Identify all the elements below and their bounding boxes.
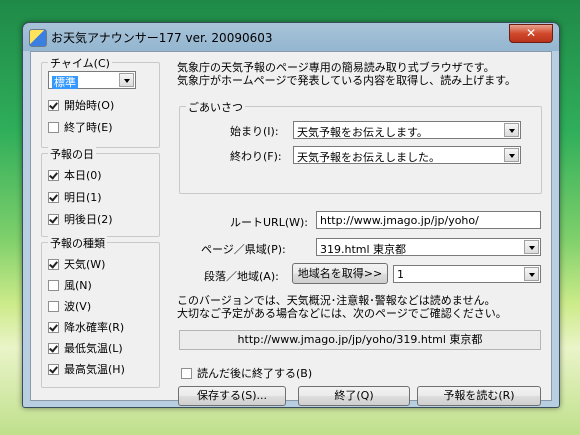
type-wave-checkbox[interactable]: 波(V): [48, 298, 91, 314]
app-window: お天気アナウンサー177 ver. 20090603 ✕ チャイム(C) 標準 …: [22, 22, 560, 408]
full-url-display[interactable]: http://www.jmago.jp/jp/yoho/319.html 東京都: [179, 330, 541, 350]
close-button[interactable]: ✕: [509, 24, 553, 43]
section-select[interactable]: 1: [393, 265, 541, 283]
checkbox-box[interactable]: [48, 213, 59, 225]
type-min-temp-checkbox[interactable]: 最低気温(L): [48, 340, 123, 356]
greeting-group: ごあいさつ 始まり(I): 天気予報をお伝えします。 終わり(F): 天気予報を…: [179, 99, 542, 194]
chime-start-checkbox[interactable]: 開始時(O): [48, 97, 114, 113]
day-today-label: 本日(0): [64, 169, 102, 182]
notice-line-2: 大切なご予定がある場合などには、次のページでご確認ください。: [177, 307, 507, 320]
checkbox-box[interactable]: [181, 367, 192, 379]
chime-legend: チャイム(C): [48, 55, 112, 71]
title-bar[interactable]: お天気アナウンサー177 ver. 20090603 ✕: [23, 23, 559, 51]
root-url-input[interactable]: http://www.jmago.jp/jp/yoho/: [316, 211, 541, 229]
checkbox-box[interactable]: [48, 321, 59, 333]
chime-start-label: 開始時(O): [64, 99, 115, 112]
greeting-start-value: 天気予報をお伝えします。: [297, 126, 428, 139]
read-forecast-button[interactable]: 予報を読む(R): [417, 386, 541, 406]
type-rain-chance-label: 降水確率(R): [64, 321, 125, 334]
chime-select[interactable]: 標準: [48, 71, 136, 89]
page-select[interactable]: 319.html 東京都: [316, 238, 541, 256]
checkbox-box[interactable]: [48, 300, 59, 312]
day-tomorrow-label: 明日(1): [64, 191, 102, 204]
checkbox-box[interactable]: [48, 169, 59, 181]
section-label: 段落／地域(A):: [204, 270, 279, 283]
greeting-end-value: 天気予報をお伝えしました。: [297, 151, 440, 164]
exit-after-checkbox[interactable]: 読んだ後に終了する(B): [181, 365, 312, 381]
type-max-temp-label: 最高気温(H): [64, 363, 125, 376]
type-weather-label: 天気(W): [64, 258, 106, 271]
chevron-down-icon[interactable]: [524, 240, 539, 254]
day-after-tomorrow-checkbox[interactable]: 明後日(2): [48, 211, 113, 227]
exit-after-label: 読んだ後に終了する(B): [197, 367, 313, 380]
section-value: 1: [397, 268, 404, 281]
checkbox-box[interactable]: [48, 258, 59, 270]
type-wind-checkbox[interactable]: 風(N): [48, 277, 92, 293]
greeting-start-select[interactable]: 天気予報をお伝えします。: [293, 121, 521, 139]
checkbox-box[interactable]: [48, 99, 59, 111]
description-line-1: 気象庁の天気予報のページ専用の簡易読み取り式ブラウザです。: [177, 61, 495, 74]
forecast-type-group: 予報の種類 天気(W) 風(N) 波(V) 降水確率(R) 最低気温(L) 最高…: [41, 235, 160, 388]
day-today-checkbox[interactable]: 本日(0): [48, 167, 102, 183]
chime-selected: 標準: [52, 76, 78, 89]
day-after-tomorrow-label: 明後日(2): [64, 213, 113, 226]
root-url-label: ルートURL(W):: [230, 216, 308, 229]
chevron-down-icon[interactable]: [119, 73, 134, 87]
notice: このバージョンでは、天気概況･注意報･警報などは読めません。 大切なご予定がある…: [177, 294, 507, 320]
chevron-down-icon[interactable]: [504, 123, 519, 137]
checkbox-box[interactable]: [48, 191, 59, 203]
forecast-type-legend: 予報の種類: [48, 235, 107, 251]
type-max-temp-checkbox[interactable]: 最高気温(H): [48, 361, 125, 377]
greeting-start-label: 始まり(I):: [230, 125, 279, 138]
page-label: ページ／県域(P):: [201, 243, 286, 256]
type-min-temp-label: 最低気温(L): [64, 342, 123, 355]
chime-group: チャイム(C) 標準 開始時(O) 終了時(E): [41, 55, 160, 148]
chevron-down-icon[interactable]: [524, 267, 539, 281]
chime-end-checkbox[interactable]: 終了時(E): [48, 119, 113, 135]
checkbox-box[interactable]: [48, 342, 59, 354]
exit-button[interactable]: 終了(Q): [298, 386, 410, 406]
checkbox-box[interactable]: [48, 363, 59, 375]
page-value: 319.html 東京都: [320, 243, 407, 256]
window-title: お天気アナウンサー177 ver. 20090603: [51, 31, 273, 45]
day-tomorrow-checkbox[interactable]: 明日(1): [48, 189, 102, 205]
description: 気象庁の天気予報のページ専用の簡易読み取り式ブラウザです。 気象庁がホームページ…: [177, 61, 516, 87]
greeting-end-select[interactable]: 天気予報をお伝えしました。: [293, 146, 521, 164]
type-weather-checkbox[interactable]: 天気(W): [48, 256, 105, 272]
app-icon: [29, 29, 47, 47]
forecast-day-legend: 予報の日: [48, 146, 96, 162]
chevron-down-icon[interactable]: [504, 148, 519, 162]
greeting-legend: ごあいさつ: [186, 99, 245, 115]
forecast-day-group: 予報の日 本日(0) 明日(1) 明後日(2): [41, 146, 160, 237]
description-line-2: 気象庁がホームページで発表している内容を取得し、読み上げます。: [177, 74, 517, 87]
client-area: チャイム(C) 標準 開始時(O) 終了時(E) 予報の日 本日(0) 明日(1…: [30, 51, 552, 406]
type-wind-label: 風(N): [64, 279, 92, 292]
save-button[interactable]: 保存する(S)...: [178, 386, 286, 406]
fetch-area-button[interactable]: 地域名を取得>>: [292, 263, 388, 284]
chime-end-label: 終了時(E): [64, 121, 113, 134]
type-rain-chance-checkbox[interactable]: 降水確率(R): [48, 319, 124, 335]
greeting-end-label: 終わり(F):: [230, 150, 282, 163]
notice-line-1: このバージョンでは、天気概況･注意報･警報などは読めません。: [177, 294, 496, 307]
checkbox-box[interactable]: [48, 279, 59, 291]
checkbox-box[interactable]: [48, 121, 59, 133]
type-wave-label: 波(V): [64, 300, 92, 313]
